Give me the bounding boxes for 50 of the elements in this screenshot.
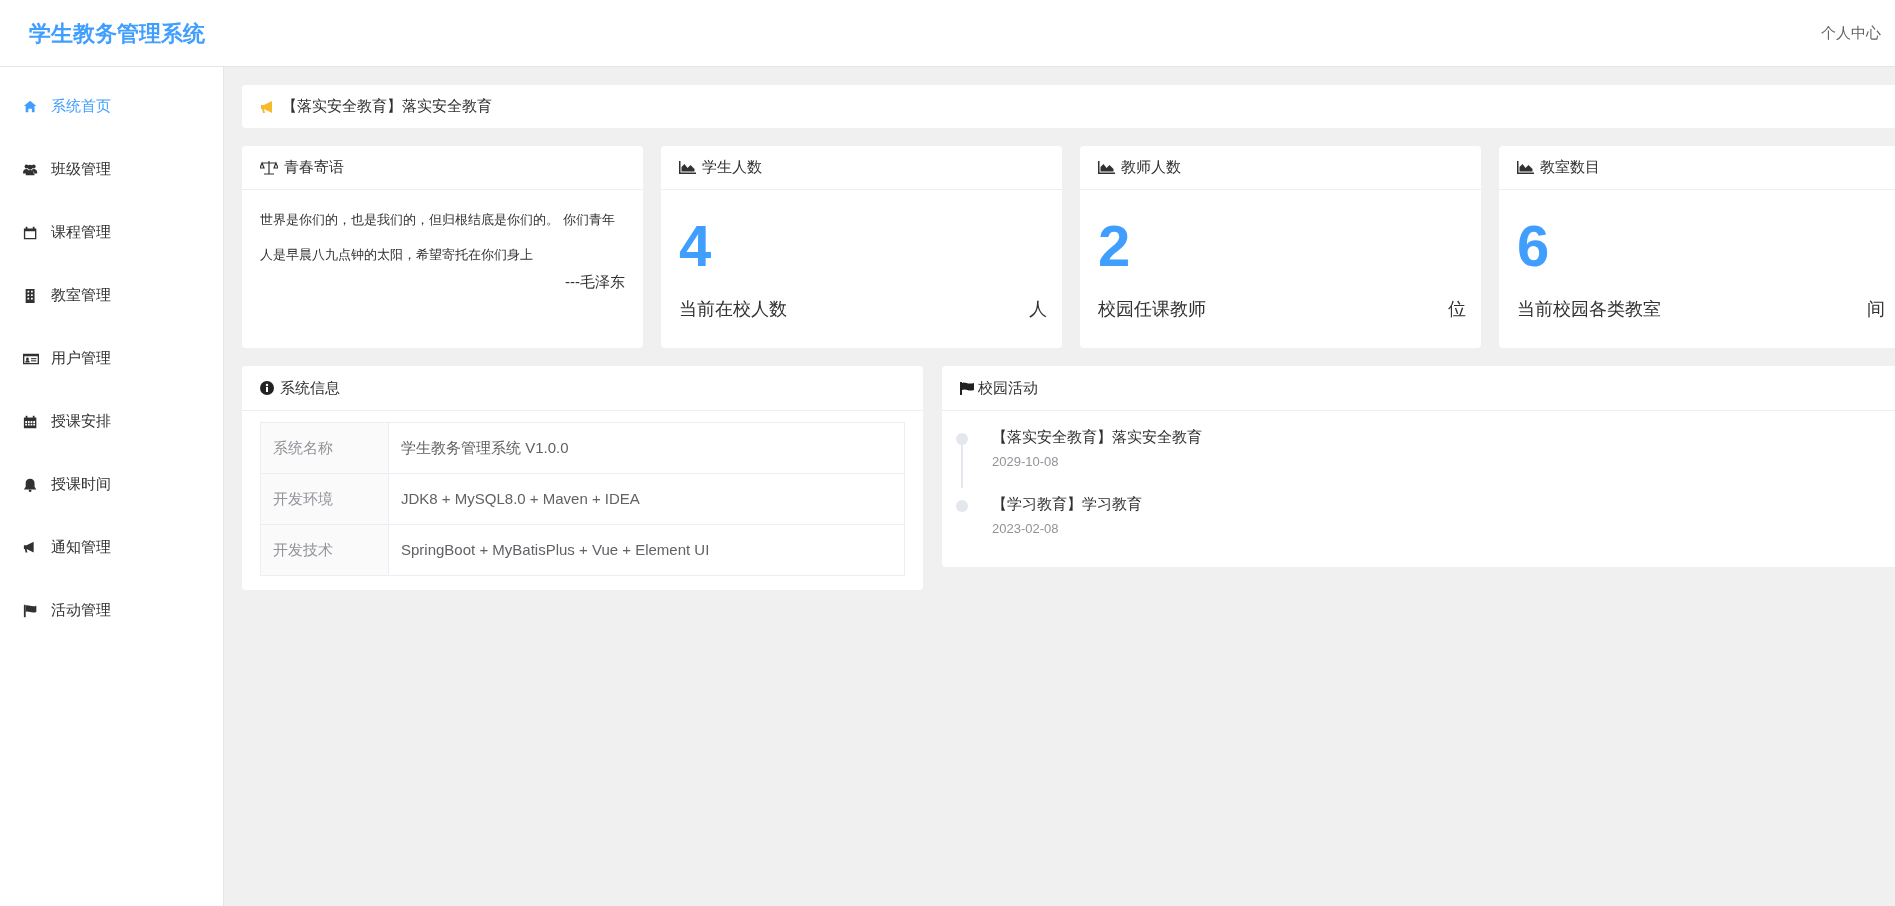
flag-icon (23, 602, 39, 619)
card-title: 教室数目 (1540, 157, 1600, 178)
table-cell: 开发技术 (260, 524, 389, 576)
stat-number: 2 (1098, 216, 1132, 276)
activity-title: 【学习教育】学习教育 (992, 494, 1142, 514)
table-cell: 开发环境 (260, 473, 389, 525)
sidebar-item[interactable]: 用户管理 (0, 327, 223, 390)
quote-text: 世界是你们的，也是我们的，但归根结底是你们的。 你们青年人是早晨八九点钟的太阳，希望寄托在你们身上 (260, 211, 616, 264)
home-icon (23, 98, 39, 115)
card-title: 学生人数 (702, 157, 762, 178)
stat-unit: 位 (1448, 298, 1466, 321)
card-title: 系统信息 (280, 377, 340, 398)
sidebar-item[interactable]: 通知管理 (0, 516, 223, 579)
quote-author: ---毛泽东 (564, 272, 625, 292)
card-title: 教师人数 (1121, 157, 1181, 178)
stat-caption: 当前在校人数 (679, 298, 787, 321)
activity-title: 【落实安全教育】落实安全教育 (992, 427, 1202, 447)
sidebar-item[interactable]: 班级管理 (0, 138, 223, 201)
table-cell: JDK8 + MySQL8.0 + Maven + IDEA (388, 473, 905, 525)
activity-date: 2023-02-08 (992, 520, 1060, 538)
area-chart-icon (1098, 161, 1115, 174)
calendar-icon (23, 224, 39, 241)
card-title: 校园活动 (978, 377, 1038, 398)
calendar-grid-icon (23, 413, 39, 430)
stat-unit: 间 (1867, 298, 1885, 321)
sidebar-item[interactable]: 教室管理 (0, 264, 223, 327)
user-center-link[interactable]: 个人中心 (1821, 21, 1881, 45)
area-chart-icon (679, 161, 696, 174)
table-cell: 学生教务管理系统 V1.0.0 (388, 422, 905, 474)
stat-caption: 当前校园各类教室 (1517, 298, 1661, 321)
sidebar-item[interactable]: 活动管理 (0, 579, 223, 642)
stat-unit: 人 (1029, 298, 1047, 321)
table-cell: 系统名称 (260, 422, 389, 474)
area-chart-icon (1517, 161, 1534, 174)
sidebar-item[interactable]: 授课安排 (0, 390, 223, 453)
stat-caption: 校园任课教师 (1098, 298, 1206, 321)
users-icon (23, 161, 39, 178)
card-title: 青春寄语 (284, 157, 344, 178)
bell-icon (23, 476, 39, 493)
stat-number: 6 (1517, 216, 1551, 276)
table-cell: SpringBoot + MyBatisPlus + Vue + Element UI (388, 524, 905, 576)
stat-number: 4 (679, 216, 713, 276)
app-title: 学生教务管理系统 (29, 19, 205, 48)
activity-date: 2029-10-08 (992, 453, 1060, 471)
flag-icon (960, 381, 974, 395)
sidebar-item[interactable]: 授课时间 (0, 453, 223, 516)
sidebar-item[interactable]: 课程管理 (0, 201, 223, 264)
notice-text: 【落实安全教育】落实安全教育 (282, 96, 492, 117)
scale-icon (260, 160, 278, 175)
info-icon (260, 381, 274, 395)
